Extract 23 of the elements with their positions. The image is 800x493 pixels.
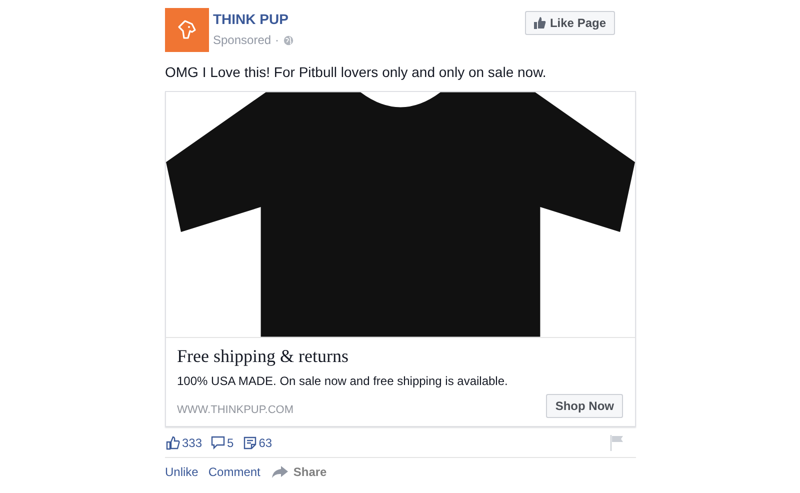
- share-link[interactable]: Share: [272, 465, 327, 479]
- unlike-link[interactable]: Unlike: [165, 465, 198, 479]
- share-arrow-icon: [272, 466, 288, 478]
- page-name-link[interactable]: THINK PUP: [213, 11, 288, 27]
- speech-bubble-icon: [211, 436, 226, 450]
- ad-description: 100% USA MADE. On sale now and free shipping is available.: [177, 374, 509, 388]
- post-message: OMG I Love this! For Pitbull lovers only and only on sale now.: [165, 64, 548, 80]
- like-page-button[interactable]: Like Page: [524, 11, 615, 35]
- page-logo[interactable]: [165, 8, 209, 52]
- flag-icon: [610, 435, 624, 451]
- shop-now-button[interactable]: Shop Now: [546, 394, 623, 418]
- sponsored-label: Sponsored: [213, 33, 272, 47]
- thumbs-up-icon: [534, 17, 546, 29]
- note-icon: [242, 436, 257, 450]
- stat-count-link[interactable]: 5: [211, 436, 234, 450]
- stat-count-link[interactable]: 63: [242, 436, 272, 450]
- stat-count-link[interactable]: 333: [166, 436, 202, 450]
- thumbs-up-icon: [166, 436, 180, 450]
- comment-link[interactable]: Comment: [208, 465, 260, 479]
- ad-card[interactable]: Free shipping & returns 100% USA MADE. On sale now and free shipping is available. WWW.THINKPUP.COM Shop Now: [165, 91, 636, 427]
- separator-dot: ·: [275, 33, 280, 47]
- ad-headline: Free shipping & returns: [177, 346, 350, 367]
- ad-link-url: WWW.THINKPUP.COM: [177, 404, 294, 416]
